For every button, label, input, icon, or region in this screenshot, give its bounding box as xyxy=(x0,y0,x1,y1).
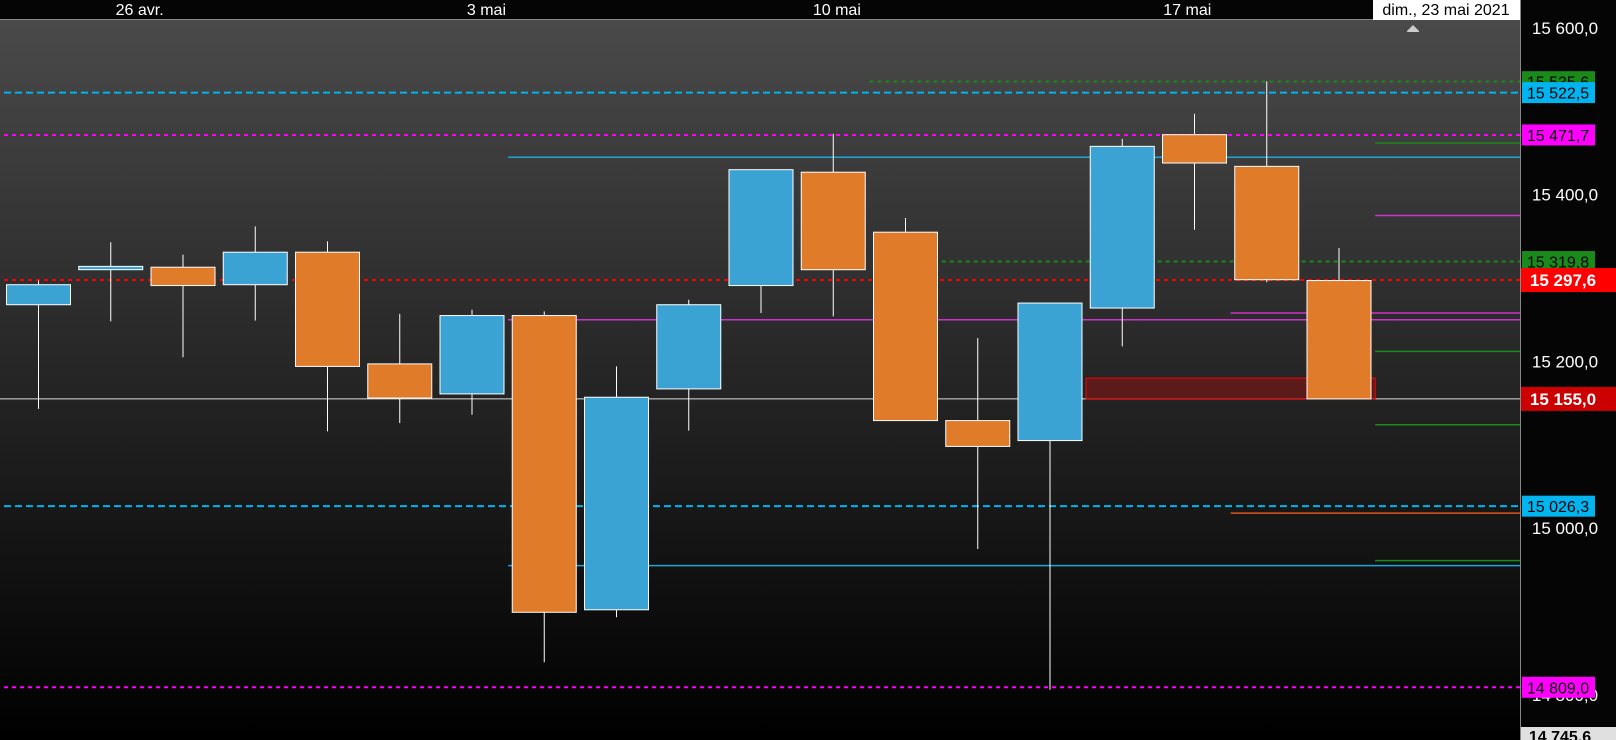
top-axis-background xyxy=(0,0,1520,20)
candle-body xyxy=(800,171,866,271)
candle-body xyxy=(222,251,288,286)
x-axis-label: 26 avr. xyxy=(116,2,164,19)
candle-body xyxy=(945,420,1011,447)
candlestick-chart[interactable]: 26 avr. 3 mai 10 mai 17 mai 15 600,0 15 400,… xyxy=(0,0,1616,740)
date-cursor-label: dim., 23 mai 2021 xyxy=(1382,2,1509,19)
y-axis-tick-label: 15 200,0 xyxy=(1532,352,1598,371)
bottom-value-label: 14 745,6 xyxy=(1529,729,1591,740)
candle-body xyxy=(150,266,216,287)
candle-body xyxy=(1089,145,1155,309)
x-axis-label: 17 mai xyxy=(1163,2,1211,19)
candle-body xyxy=(584,396,649,611)
candle-body xyxy=(656,304,722,390)
y-axis-tick-label: 15 000,0 xyxy=(1532,519,1598,538)
y-axis-tick-label: 15 600,0 xyxy=(1532,19,1598,38)
candle-body xyxy=(511,315,577,613)
candle-body xyxy=(439,315,505,395)
price-level-label: 14 809,0 xyxy=(1527,680,1589,697)
candle-body xyxy=(367,363,433,399)
candle xyxy=(584,366,649,618)
candle-body xyxy=(1162,134,1227,164)
price-level-label: 15 522,5 xyxy=(1527,86,1589,103)
candle-body xyxy=(1234,165,1300,281)
candle xyxy=(511,311,577,663)
candle-body xyxy=(295,251,360,367)
price-level-label: 15 026,3 xyxy=(1527,499,1589,516)
x-axis-label: 3 mai xyxy=(467,2,506,19)
candle-body xyxy=(873,231,938,422)
price-level-label: 15 297,6 xyxy=(1530,271,1596,290)
bottom-value-marker: 14 745,6 xyxy=(1521,727,1616,740)
candle-body xyxy=(728,169,794,287)
candle-body xyxy=(6,284,71,306)
price-level-label: 15 155,0 xyxy=(1530,390,1596,409)
candle xyxy=(873,218,938,422)
candle-body xyxy=(1017,302,1083,442)
candle-body xyxy=(78,265,144,271)
candle-body xyxy=(1306,280,1372,400)
y-axis-tick-label: 15 400,0 xyxy=(1532,186,1598,205)
price-level-label: 15 471,7 xyxy=(1527,128,1589,145)
x-axis-label: 10 mai xyxy=(813,2,861,19)
